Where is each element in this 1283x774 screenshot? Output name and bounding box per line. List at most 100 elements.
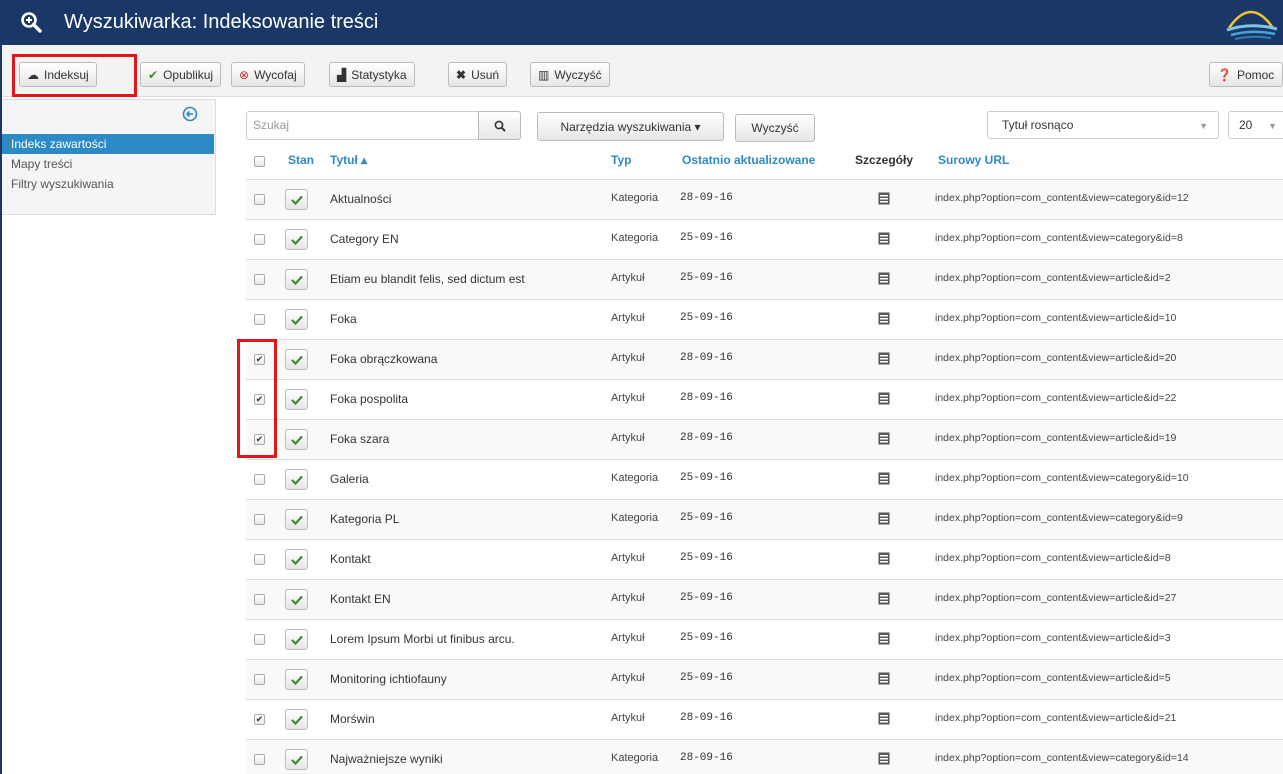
check-icon: [290, 675, 303, 685]
search-button[interactable]: [478, 111, 521, 140]
details-icon[interactable]: [878, 272, 890, 285]
row-checkbox[interactable]: ✔: [254, 714, 265, 725]
row-checkbox[interactable]: [254, 674, 265, 685]
published-toggle[interactable]: [285, 349, 308, 370]
details-icon[interactable]: [878, 472, 890, 485]
details-icon[interactable]: [878, 552, 890, 565]
select-all-checkbox[interactable]: [254, 156, 265, 167]
details-icon[interactable]: [878, 672, 890, 685]
column-state[interactable]: Stan: [288, 153, 314, 167]
details-icon[interactable]: [878, 232, 890, 245]
row-checkbox[interactable]: [254, 234, 265, 245]
row-date: 25-09-16: [680, 552, 733, 564]
row-title: Category EN: [330, 232, 399, 246]
unpublish-button[interactable]: ⊗ Wycofaj: [231, 62, 305, 87]
title-bar: Wyszukiwarka: Indeksowanie treści: [2, 0, 1283, 45]
published-toggle[interactable]: [285, 709, 308, 730]
details-icon[interactable]: [878, 752, 890, 765]
published-toggle[interactable]: [285, 509, 308, 530]
check-icon: [290, 715, 303, 725]
published-toggle[interactable]: [285, 229, 308, 250]
row-type: Artykuł: [611, 432, 645, 444]
table-row: Category EN Kategoria 25-09-16 index.php?op…: [246, 219, 1283, 259]
published-toggle[interactable]: [285, 469, 308, 490]
statistics-button-label: Statystyka: [351, 67, 407, 82]
row-url: index.php?option=com_content&view=articl…: [935, 432, 1177, 444]
details-icon[interactable]: [878, 312, 890, 325]
sidebar-item-filters[interactable]: Filtry wyszukiwania: [2, 174, 214, 194]
row-checkbox[interactable]: [254, 194, 265, 205]
table-row: Etiam eu blandit felis, sed dictum est Ar…: [246, 259, 1283, 299]
purge-button[interactable]: ▥ Wyczyść: [530, 62, 610, 87]
details-icon[interactable]: [878, 352, 890, 365]
table-row: ✔ Foka pospolita Artykuł 28-09-16 index.php?…: [246, 379, 1283, 419]
details-icon[interactable]: [878, 392, 890, 405]
row-date: 25-09-16: [680, 512, 733, 524]
column-type[interactable]: Typ: [611, 153, 631, 167]
row-checkbox[interactable]: [254, 754, 265, 765]
limit-select[interactable]: 20 ▼: [1228, 111, 1283, 139]
help-button[interactable]: ❓ Pomoc: [1209, 62, 1283, 87]
column-url[interactable]: Surowy URL: [938, 153, 1009, 167]
details-icon[interactable]: [878, 592, 890, 605]
collapse-sidebar-icon[interactable]: [182, 106, 198, 122]
column-modified[interactable]: Ostatnio aktualizowane: [682, 153, 815, 167]
delete-button[interactable]: ✖ Usuń: [448, 62, 508, 87]
row-type: Artykuł: [611, 672, 645, 684]
sidebar-item-index[interactable]: Indeks zawartości: [2, 134, 214, 154]
row-checkbox[interactable]: [254, 554, 265, 565]
check-icon: [290, 475, 303, 485]
published-toggle[interactable]: [285, 389, 308, 410]
clear-button[interactable]: Wyczyść: [735, 114, 815, 142]
row-date: 28-09-16: [680, 712, 733, 724]
row-checkbox[interactable]: [254, 594, 265, 605]
statistics-button[interactable]: ▟ Statystyka: [329, 62, 415, 87]
check-icon: [290, 275, 303, 285]
row-date: 25-09-16: [680, 592, 733, 604]
details-icon[interactable]: [878, 712, 890, 725]
row-url: index.php?option=com_content&view=catego…: [935, 512, 1183, 524]
details-icon[interactable]: [878, 432, 890, 445]
search-input[interactable]: Szukaj: [246, 111, 479, 140]
table-row: Lorem Ipsum Morbi ut finibus arcu. Artyku…: [246, 619, 1283, 659]
row-title: Kategoria PL: [330, 512, 400, 526]
row-url: index.php?option=com_content&view=articl…: [935, 272, 1171, 284]
row-checkbox[interactable]: [254, 514, 265, 525]
row-checkbox[interactable]: [254, 474, 265, 485]
row-url: index.php?option=com_content&view=articl…: [935, 312, 1177, 324]
published-toggle[interactable]: [285, 189, 308, 210]
details-icon[interactable]: [878, 512, 890, 525]
details-icon[interactable]: [878, 632, 890, 645]
publish-button[interactable]: ✔ Opublikuj: [140, 62, 222, 87]
row-date: 28-09-16: [680, 192, 733, 204]
search-icon: [494, 120, 506, 132]
published-toggle[interactable]: [285, 309, 308, 330]
row-type: Kategoria: [611, 512, 659, 524]
row-date: 25-09-16: [680, 632, 733, 644]
check-icon: ✔: [148, 67, 159, 82]
table-row: ✔ Foka szara Artykuł 28-09-16 index.php?opti…: [246, 419, 1283, 459]
check-icon: [290, 515, 303, 525]
published-toggle[interactable]: [285, 589, 308, 610]
row-checkbox[interactable]: [254, 314, 265, 325]
published-toggle[interactable]: [285, 749, 308, 770]
published-toggle[interactable]: [285, 549, 308, 570]
table-row: Galeria Kategoria 25-09-16 index.php?option…: [246, 459, 1283, 499]
row-url: index.php?option=com_content&view=articl…: [935, 712, 1177, 724]
details-icon[interactable]: [878, 192, 890, 205]
column-title[interactable]: Tytuł ▴: [330, 153, 367, 167]
search-tools-button[interactable]: Narzędzia wyszukiwania ▾: [537, 112, 724, 141]
published-toggle[interactable]: [285, 269, 308, 290]
published-toggle[interactable]: [285, 429, 308, 450]
row-checkbox[interactable]: [254, 274, 265, 285]
row-checkbox[interactable]: [254, 634, 265, 645]
published-toggle[interactable]: [285, 669, 308, 690]
row-title: Kontakt EN: [330, 592, 391, 606]
row-date: 28-09-16: [680, 352, 733, 364]
published-toggle[interactable]: [285, 629, 308, 650]
check-icon: [290, 555, 303, 565]
check-icon: [290, 755, 303, 765]
sort-select[interactable]: Tytuł rosnąco ▼: [987, 111, 1219, 139]
sidebar-item-maps[interactable]: Mapy treści: [2, 154, 214, 174]
highlight-checked-rows: [237, 339, 277, 458]
